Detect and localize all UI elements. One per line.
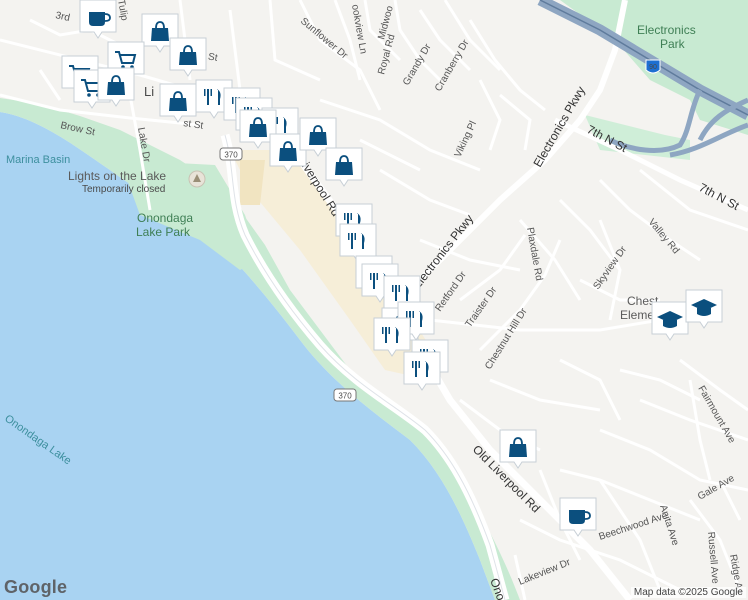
map-marker-shopping-bag[interactable] — [159, 83, 197, 123]
traister-dr-label: Traister Dr — [463, 284, 499, 329]
marker-face — [342, 226, 374, 254]
skyview-dr-label: Skyview Dr — [591, 244, 629, 292]
google-logo: Google — [4, 577, 68, 597]
map-canvas[interactable]: 90 370 370 Brow St Marina Basin Lights o… — [0, 0, 748, 600]
liverpool-place-label: Li — [144, 84, 154, 99]
viking-pl-label: Viking Pl — [453, 120, 479, 160]
map-marker-shopping-bag[interactable] — [325, 147, 363, 187]
marker-face — [406, 354, 438, 382]
map-marker-school[interactable] — [685, 289, 723, 329]
map-marker-restaurant[interactable] — [403, 351, 441, 391]
marina-basin-label: Marina Basin — [6, 154, 70, 166]
svg-text:370: 370 — [338, 392, 352, 401]
beechwood-ave-label: Beechwood Ave — [598, 510, 670, 543]
map-marker-restaurant[interactable] — [373, 317, 411, 357]
holiday-tree-icon — [188, 170, 206, 188]
route-370-shield-south: 370 — [333, 388, 357, 402]
route-370-shield-north: 370 — [219, 147, 243, 161]
temporarily-closed-label: Temporarily closed — [82, 184, 165, 195]
onondaga-lake-park-label-line2: Lake Park — [136, 225, 191, 239]
street-fragment-mid: st St — [183, 118, 205, 132]
tulip-st-label: Tulip — [115, 0, 130, 22]
map-marker-shopping-bag[interactable] — [97, 67, 135, 107]
onondaga-lake-park-label-line1: Onondaga — [137, 211, 193, 225]
valley-rd-label: Valley Rd — [646, 217, 681, 256]
retford-dr-label: Retford Dr — [433, 269, 469, 314]
marker-face — [376, 320, 408, 348]
grandy-dr-label: Grandy Dr — [401, 41, 434, 87]
map-attribution[interactable]: Map data ©2025 Google — [630, 587, 746, 598]
map-marker-coffee[interactable] — [559, 497, 597, 537]
map-marker-coffee[interactable] — [79, 0, 117, 39]
lights-on-the-lake-label: Lights on the Lake — [68, 169, 166, 183]
electronics-park-label-line2: Park — [660, 37, 686, 51]
svg-text:90: 90 — [649, 64, 657, 71]
map-marker-shopping-bag[interactable] — [169, 37, 207, 77]
seventh-n-st-label-2: 7th N St — [697, 180, 742, 213]
fairmount-ave-label: Fairmount Ave — [695, 384, 737, 446]
electronics-park-label-line1: Electronics — [637, 23, 696, 37]
third-st-label: 3rd — [54, 10, 70, 24]
interstate-90-shield: 90 — [645, 59, 661, 74]
map-marker-school[interactable] — [651, 301, 689, 341]
lakeview-dr-label: Lakeview Dr — [517, 557, 573, 588]
electronics-pkwy-label-north: Electronics Pkwy — [530, 84, 587, 170]
plaxdale-rd-label: Plaxdale Rd — [524, 227, 544, 282]
map-marker-shopping-bag[interactable] — [499, 429, 537, 469]
svg-text:370: 370 — [224, 151, 238, 160]
